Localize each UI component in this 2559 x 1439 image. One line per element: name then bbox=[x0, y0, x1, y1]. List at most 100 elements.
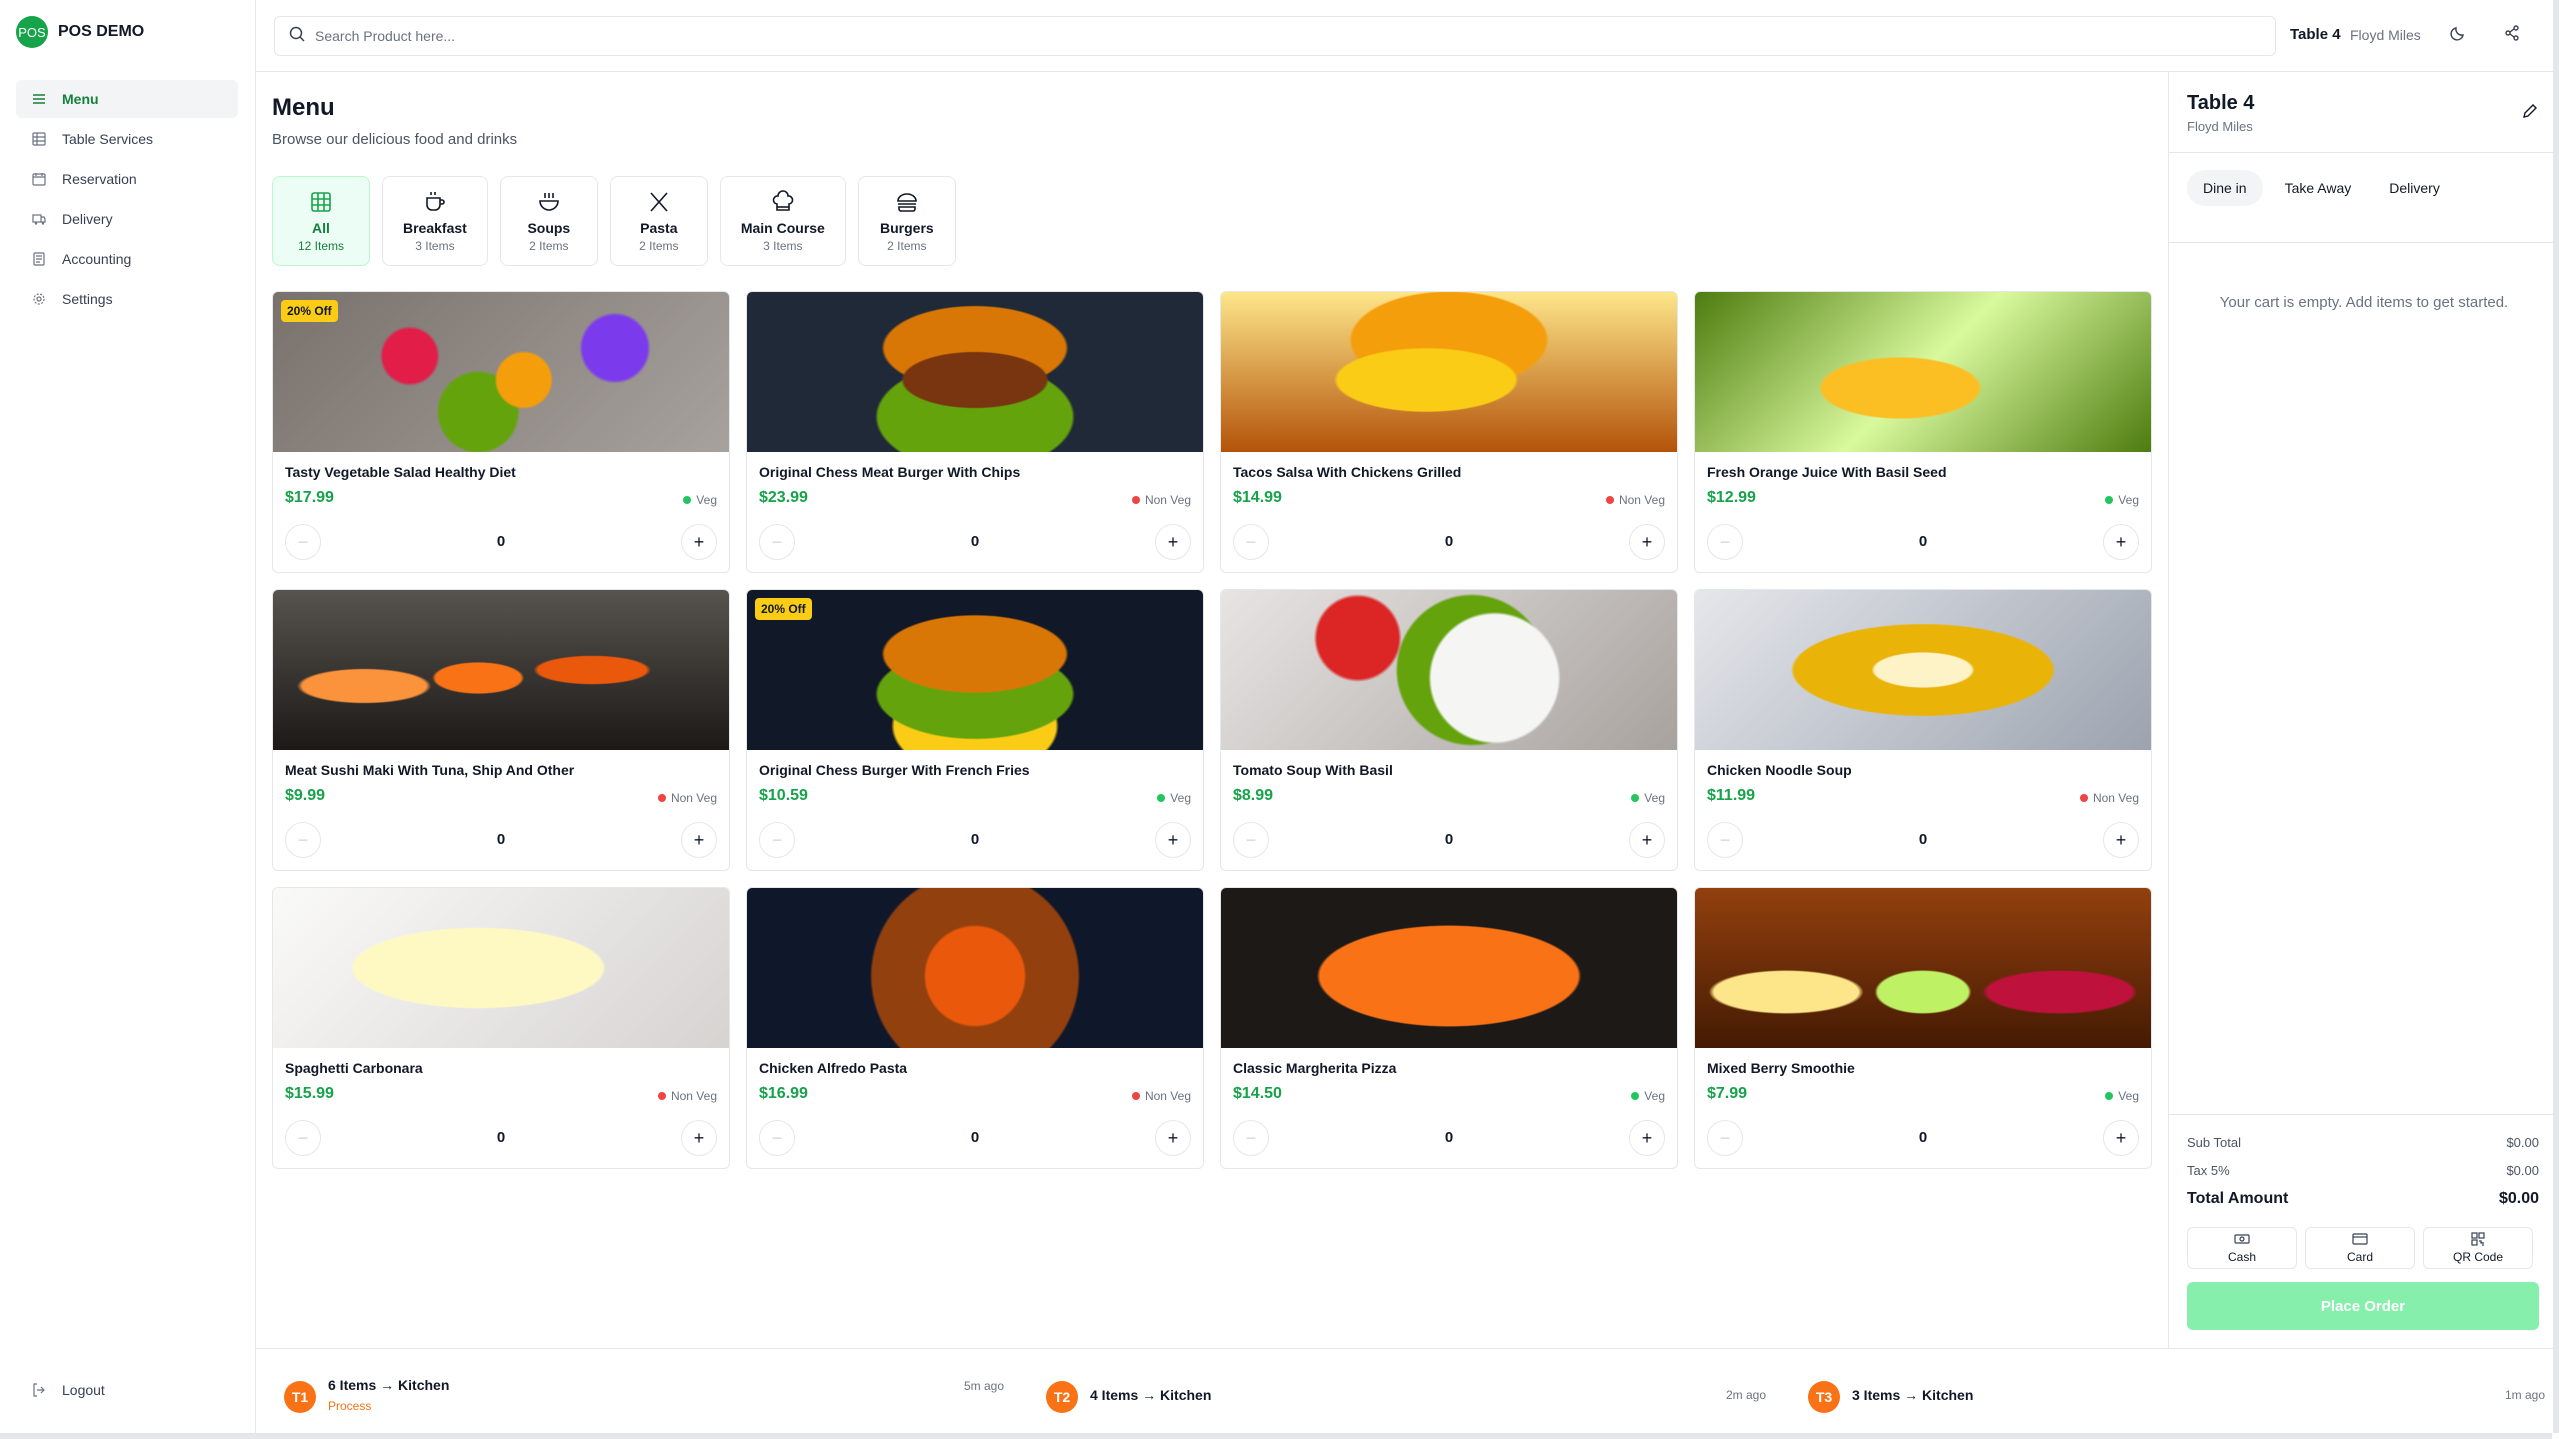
product-type: Veg bbox=[2105, 1089, 2139, 1103]
search-box[interactable] bbox=[274, 16, 2276, 56]
category-all[interactable]: All 12 Items bbox=[272, 176, 370, 266]
product-price: $11.99 bbox=[1707, 787, 1756, 804]
product-image: 20% Off bbox=[747, 590, 1203, 750]
kitchen-order-t2[interactable]: T2 4 Items → Kitchen 2m ago bbox=[1018, 1349, 1780, 1439]
sidebar-item-reservation[interactable]: Reservation bbox=[16, 160, 238, 198]
category-count: 3 Items bbox=[763, 238, 803, 253]
sidebar-item-menu[interactable]: Menu bbox=[16, 80, 238, 118]
vertical-scrollbar[interactable] bbox=[2553, 0, 2559, 1433]
increase-qty-button[interactable]: + bbox=[2103, 822, 2139, 858]
product-card[interactable]: 20% Off Tasty Vegetable Salad Healthy Die… bbox=[272, 291, 730, 573]
decrease-qty-button[interactable]: − bbox=[285, 524, 321, 560]
product-card[interactable]: Chicken Noodle Soup $11.99 Non Veg − 0 + bbox=[1694, 589, 2152, 871]
empty-cart-message: Your cart is empty. Add items to get sta… bbox=[2219, 294, 2509, 311]
category-burgers[interactable]: Burgers 2 Items bbox=[857, 176, 956, 266]
quantity-stepper: − 0 + bbox=[285, 822, 717, 858]
increase-qty-button[interactable]: + bbox=[681, 1120, 717, 1156]
edit-order-button[interactable] bbox=[2521, 102, 2539, 120]
decrease-qty-button[interactable]: − bbox=[1707, 822, 1743, 858]
panel-divider bbox=[2169, 152, 2559, 153]
page-subtitle: Browse our delicious food and drinks bbox=[272, 131, 518, 148]
kitchen-order-t3[interactable]: T3 3 Items → Kitchen 1m ago bbox=[1780, 1349, 2559, 1439]
decrease-qty-button[interactable]: − bbox=[1707, 1120, 1743, 1156]
minus-icon: − bbox=[1719, 829, 1731, 850]
tab-dine-in[interactable]: Dine in bbox=[2187, 170, 2263, 206]
product-card[interactable]: Spaghetti Carbonara $15.99 Non Veg − 0 + bbox=[272, 887, 730, 1169]
sidebar-item-accounting[interactable]: Accounting bbox=[16, 240, 238, 278]
decrease-qty-button[interactable]: − bbox=[759, 524, 795, 560]
product-card[interactable]: 20% Off Original Chess Burger With French… bbox=[746, 589, 1204, 871]
category-name: Breakfast bbox=[403, 219, 467, 236]
increase-qty-button[interactable]: + bbox=[1155, 524, 1191, 560]
product-type-label: Veg bbox=[696, 493, 717, 507]
product-image bbox=[1221, 292, 1677, 452]
increase-qty-button[interactable]: + bbox=[1155, 1120, 1191, 1156]
sidebar-item-delivery[interactable]: Delivery bbox=[16, 200, 238, 238]
sidebar-item-label: Reservation bbox=[62, 171, 137, 187]
pay-cash-button[interactable]: Cash bbox=[2187, 1227, 2297, 1269]
product-card[interactable]: Tomato Soup With Basil $8.99 Veg − 0 + bbox=[1220, 589, 1678, 871]
product-name: Tasty Vegetable Salad Healthy Diet bbox=[285, 464, 516, 480]
decrease-qty-button[interactable]: − bbox=[1707, 524, 1743, 560]
category-pasta[interactable]: Pasta 2 Items bbox=[609, 176, 708, 266]
quantity-stepper: − 0 + bbox=[1707, 1120, 2139, 1156]
quantity-stepper: − 0 + bbox=[1707, 524, 2139, 560]
search-input[interactable] bbox=[315, 28, 2215, 44]
increase-qty-button[interactable]: + bbox=[2103, 524, 2139, 560]
increase-qty-button[interactable]: + bbox=[2103, 1120, 2139, 1156]
product-card[interactable]: Mixed Berry Smoothie $7.99 Veg − 0 + bbox=[1694, 887, 2152, 1169]
kitchen-order-status: Process bbox=[328, 1399, 372, 1413]
category-main-course[interactable]: Main Course 3 Items bbox=[719, 176, 846, 266]
utensils-icon bbox=[650, 191, 668, 212]
quantity-value: 0 bbox=[496, 533, 506, 550]
increase-qty-button[interactable]: + bbox=[1629, 1120, 1665, 1156]
increase-qty-button[interactable]: + bbox=[1155, 822, 1191, 858]
place-order-button[interactable]: Place Order bbox=[2187, 1282, 2539, 1330]
sidebar-item-table-services[interactable]: Table Services bbox=[16, 120, 238, 158]
increase-qty-button[interactable]: + bbox=[681, 524, 717, 560]
product-card[interactable]: Meat Sushi Maki With Tuna, Ship And Othe… bbox=[272, 589, 730, 871]
decrease-qty-button[interactable]: − bbox=[759, 822, 795, 858]
decrease-qty-button[interactable]: − bbox=[285, 822, 321, 858]
increase-qty-button[interactable]: + bbox=[681, 822, 717, 858]
dark-mode-toggle[interactable] bbox=[2447, 24, 2469, 46]
menu-main: Menu Browse our delicious food and drink… bbox=[256, 72, 2168, 1348]
pay-card-button[interactable]: Card bbox=[2305, 1227, 2415, 1269]
sidebar-item-settings[interactable]: Settings bbox=[16, 280, 238, 318]
horizontal-scrollbar[interactable] bbox=[0, 1433, 2552, 1439]
brand[interactable]: POS POS DEMO bbox=[16, 16, 144, 48]
decrease-qty-button[interactable]: − bbox=[1233, 1120, 1269, 1156]
product-card[interactable]: Fresh Orange Juice With Basil Seed $12.99… bbox=[1694, 291, 2152, 573]
decrease-qty-button[interactable]: − bbox=[759, 1120, 795, 1156]
kitchen-order-t1[interactable]: T1 6 Items → Kitchen Process 5m ago bbox=[256, 1349, 1018, 1439]
product-type: Veg bbox=[1631, 1089, 1665, 1103]
product-card[interactable]: Chicken Alfredo Pasta $16.99 Non Veg − 0 + bbox=[746, 887, 1204, 1169]
product-price: $12.99 bbox=[1707, 489, 1756, 506]
product-card[interactable]: Tacos Salsa With Chickens Grilled $14.99 N… bbox=[1220, 291, 1678, 573]
product-card[interactable]: Original Chess Meat Burger With Chips $23… bbox=[746, 291, 1204, 573]
product-price: $10.59 bbox=[759, 787, 808, 804]
share-button[interactable] bbox=[2501, 24, 2523, 46]
category-breakfast[interactable]: Breakfast 3 Items bbox=[382, 176, 488, 266]
product-card[interactable]: Classic Margherita Pizza $14.50 Veg − 0 + bbox=[1220, 887, 1678, 1169]
tab-delivery[interactable]: Delivery bbox=[2373, 170, 2456, 206]
increase-qty-button[interactable]: + bbox=[1629, 524, 1665, 560]
sidebar: POS POS DEMO Menu Table Services Reserva… bbox=[0, 0, 256, 1439]
product-image bbox=[747, 292, 1203, 452]
kitchen-orders-bar: T1 6 Items → Kitchen Process 5m ago T2 4… bbox=[256, 1348, 2559, 1439]
product-type-label: Non Veg bbox=[2092, 791, 2139, 805]
decrease-qty-button[interactable]: − bbox=[285, 1120, 321, 1156]
chef-hat-icon bbox=[772, 189, 794, 211]
plus-icon: + bbox=[2115, 531, 2127, 552]
category-soups[interactable]: Soups 2 Items bbox=[499, 176, 598, 266]
pay-qr-button[interactable]: QR Code bbox=[2423, 1227, 2533, 1269]
quantity-stepper: − 0 + bbox=[1233, 1120, 1665, 1156]
quantity-stepper: − 0 + bbox=[285, 524, 717, 560]
veg-dot-icon bbox=[1631, 1092, 1640, 1100]
tab-take-away[interactable]: Take Away bbox=[2269, 170, 2368, 206]
decrease-qty-button[interactable]: − bbox=[1233, 524, 1269, 560]
logout-button[interactable]: Logout bbox=[32, 1382, 105, 1398]
decrease-qty-button[interactable]: − bbox=[1233, 822, 1269, 858]
product-name: Mixed Berry Smoothie bbox=[1707, 1060, 1855, 1076]
increase-qty-button[interactable]: + bbox=[1629, 822, 1665, 858]
